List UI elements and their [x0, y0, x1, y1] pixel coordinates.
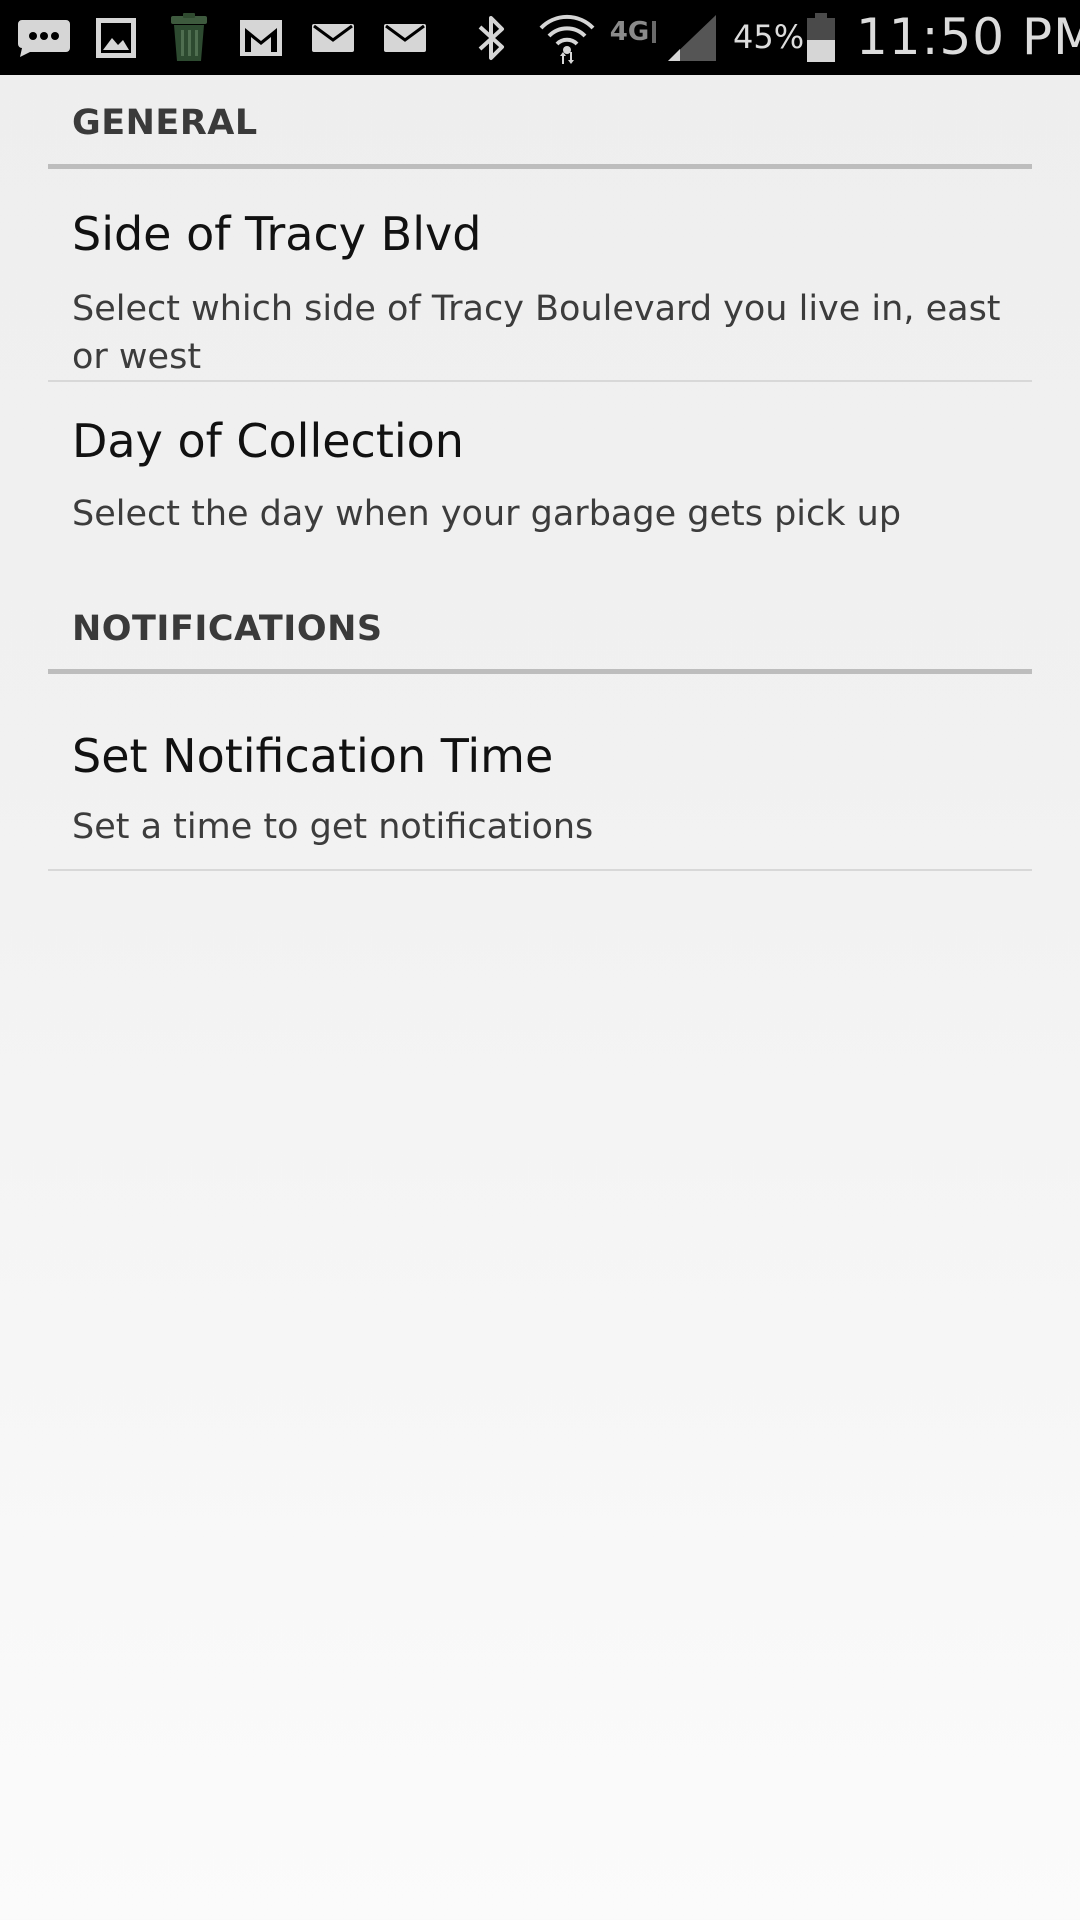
messages-icon	[16, 0, 72, 75]
network-4g-lte-icon: 4G	[604, 0, 662, 75]
pref-set-notification-time[interactable]: Set Notification Time Set a time to get …	[48, 675, 1032, 871]
network-label: 4G	[609, 16, 650, 47]
gmail-icon	[238, 0, 284, 75]
pref-title: Day of Collection	[72, 414, 464, 468]
category-general: GENERAL	[48, 103, 1032, 171]
clock: 11:50 PM	[856, 8, 1080, 66]
gallery-icon	[94, 0, 138, 75]
pref-side-of-tracy-blvd[interactable]: Side of Tracy Blvd Select which side of …	[48, 171, 1032, 382]
pref-divider	[48, 869, 1032, 871]
pref-title: Set Notification Time	[72, 729, 554, 783]
signal-icon	[666, 0, 718, 75]
battery-percent: 45%	[733, 18, 805, 56]
lte-marker	[652, 20, 657, 43]
status-bar: 4G 45% 11:50 PM	[0, 0, 1080, 75]
category-divider	[48, 669, 1032, 674]
wifi-icon	[538, 0, 596, 75]
pref-title: Side of Tracy Blvd	[72, 207, 482, 261]
category-title: GENERAL	[72, 103, 258, 143]
pref-summary: Select which side of Tracy Boulevard you…	[72, 289, 1001, 377]
battery-icon	[806, 0, 836, 75]
email-icon	[310, 0, 356, 75]
trash-can-icon	[168, 0, 210, 75]
category-notifications: NOTIFICATIONS	[48, 609, 1032, 677]
pref-summary: Select the day when your garbage gets pi…	[72, 494, 902, 534]
bluetooth-icon	[474, 0, 510, 75]
category-title: NOTIFICATIONS	[72, 609, 383, 649]
email-icon	[382, 0, 428, 75]
category-divider	[48, 164, 1032, 169]
pref-summary: Set a time to get notifications	[72, 807, 594, 847]
pref-day-of-collection[interactable]: Day of Collection Select the day when yo…	[48, 382, 1032, 552]
